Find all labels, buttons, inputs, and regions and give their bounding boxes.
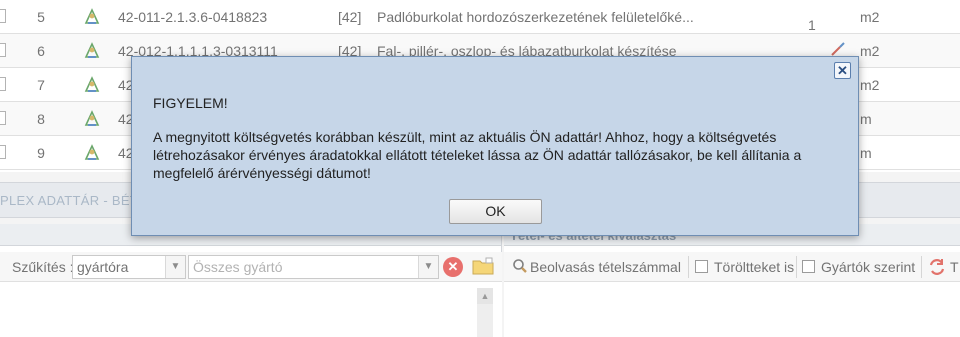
dialog-message: A megnyitott költségvetés korábban készü… — [153, 129, 802, 181]
ok-button[interactable]: OK — [449, 199, 542, 224]
close-icon[interactable]: ✕ — [834, 62, 851, 79]
dialog-heading: FIGYELEM! — [153, 95, 228, 111]
warning-dialog: ✕ FIGYELEM! A megnyitott költségvetés ko… — [131, 56, 859, 236]
